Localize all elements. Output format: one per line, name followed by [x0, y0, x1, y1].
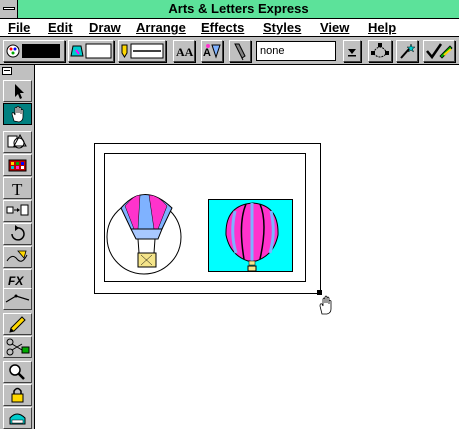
hand-tool[interactable] — [3, 103, 32, 125]
menu-file[interactable]: File — [8, 19, 30, 37]
hand-cursor-icon — [319, 295, 332, 315]
title-bar: Arts & Letters Express — [0, 0, 459, 19]
checkmark-brush-icon — [426, 43, 453, 60]
freehand-tool[interactable] — [3, 246, 32, 268]
shapes-icon — [7, 133, 27, 149]
line-style-button[interactable] — [118, 40, 166, 62]
fill-bucket-icon — [9, 413, 26, 425]
artwork-group[interactable] — [94, 143, 334, 315]
menu-arrange[interactable]: Arrange — [136, 19, 186, 37]
style-dropdown-button[interactable] — [343, 40, 361, 62]
hand-icon — [11, 105, 24, 123]
type-style-button[interactable]: AA — [173, 40, 195, 62]
line-style-icon — [121, 44, 128, 58]
menu-styles[interactable]: Styles — [263, 19, 301, 37]
magic-wand-icon — [400, 43, 416, 59]
menu-help[interactable]: Help — [368, 19, 396, 37]
lock-tool[interactable] — [3, 384, 32, 406]
style-brush-button[interactable] — [423, 40, 455, 62]
line-tool[interactable] — [3, 288, 32, 310]
pointer-icon — [15, 84, 24, 99]
menu-edit[interactable]: Edit — [48, 19, 73, 37]
effects-icon: FX — [8, 274, 24, 288]
rotate-icon — [11, 225, 25, 241]
transform-icon — [6, 204, 29, 216]
pencil-icon — [9, 316, 26, 333]
line-icon — [5, 294, 30, 303]
clipart-icon — [8, 159, 27, 172]
menu-draw[interactable]: Draw — [89, 19, 121, 37]
effects-tool-label: FX — [8, 274, 24, 288]
text-style-icon: A — [203, 44, 221, 59]
style-name-field[interactable]: none — [256, 41, 336, 61]
svg-text:AA: AA — [176, 45, 194, 59]
clipart-tool[interactable] — [3, 154, 32, 176]
system-menu-button[interactable] — [0, 0, 18, 18]
dropdown-arrow-icon — [348, 49, 356, 57]
fill-tool[interactable] — [3, 407, 32, 429]
pointer-tool[interactable] — [3, 80, 32, 102]
palette-control-button[interactable] — [2, 67, 12, 75]
text-tool[interactable]: T — [3, 177, 32, 199]
fill-color-button[interactable] — [68, 40, 114, 62]
pencil-tool[interactable] — [3, 313, 32, 335]
type-icon: AA — [176, 45, 194, 59]
toolbar: AA A none — [0, 37, 459, 65]
scissors-icon — [6, 338, 30, 356]
zoom-tool[interactable] — [3, 361, 32, 383]
scissors-tool[interactable] — [3, 336, 32, 358]
text-effects-button[interactable]: A — [201, 40, 223, 62]
line-color-button[interactable] — [3, 40, 65, 62]
menu-view[interactable]: View — [320, 19, 349, 37]
pen-button[interactable] — [229, 40, 251, 62]
node-icon — [371, 43, 389, 58]
fill-icon — [70, 45, 84, 57]
text-icon: T — [12, 180, 23, 198]
magic-wand-button[interactable] — [396, 40, 418, 62]
selection-handle — [317, 290, 322, 295]
pen-icon — [234, 43, 246, 61]
svg-text:A: A — [203, 47, 211, 59]
color-swatch-icon — [6, 44, 20, 58]
cyan-balloon-illustration — [208, 199, 293, 272]
text-tool-label: T — [12, 180, 23, 198]
freehand-icon — [6, 250, 28, 262]
transform-tool[interactable] — [3, 200, 32, 222]
menu-effects[interactable]: Effects — [201, 19, 244, 37]
rotate-tool[interactable] — [3, 223, 32, 245]
edit-nodes-button[interactable] — [368, 40, 392, 62]
tool-palette: T FX — [0, 65, 35, 429]
zoom-icon — [9, 364, 25, 380]
window-title: Arts & Letters Express — [168, 1, 309, 16]
menu-bar: File Edit Draw Arrange Effects Styles Vi… — [0, 19, 459, 37]
shapes-tool[interactable] — [3, 131, 32, 153]
lock-icon — [11, 387, 24, 403]
